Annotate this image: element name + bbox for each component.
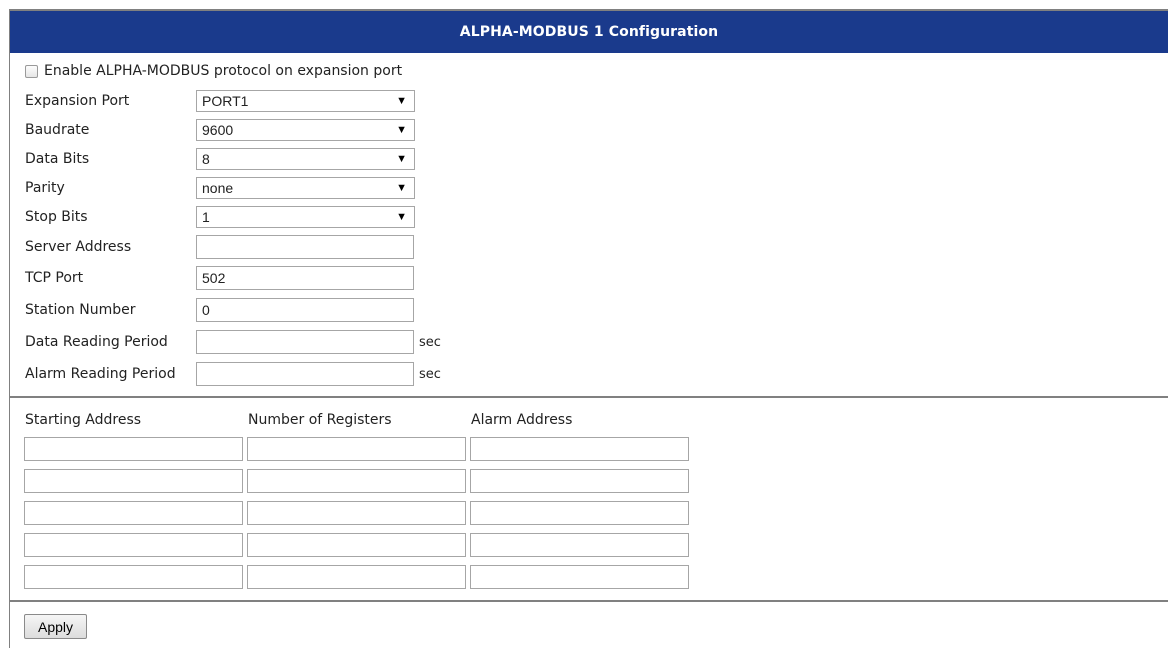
baudrate-value: 9600 — [202, 122, 234, 138]
number-of-registers-input[interactable] — [247, 565, 466, 589]
column-header-alarm-address: Alarm Address — [471, 412, 573, 428]
chevron-down-icon: ▼ — [396, 95, 407, 107]
baudrate-select[interactable]: 9600 ▼ — [196, 119, 415, 141]
chevron-down-icon: ▼ — [396, 153, 407, 165]
expansion-port-label: Expansion Port — [25, 93, 130, 109]
data-reading-period-row: Data Reading Period sec — [10, 330, 1168, 354]
enable-label: Enable ALPHA-MODBUS protocol on expansio… — [44, 63, 403, 79]
divider — [10, 600, 1168, 602]
number-of-registers-input[interactable] — [247, 469, 466, 493]
chevron-down-icon: ▼ — [396, 182, 407, 194]
tcp-port-row: TCP Port 502 — [10, 266, 1168, 290]
data-bits-row: Data Bits 8 ▼ — [10, 147, 1168, 171]
parity-value: none — [202, 180, 234, 196]
baudrate-label: Baudrate — [25, 122, 90, 138]
data-bits-select[interactable]: 8 ▼ — [196, 148, 415, 170]
enable-row: Enable ALPHA-MODBUS protocol on expansio… — [10, 59, 1168, 83]
tcp-port-input[interactable]: 502 — [196, 266, 414, 290]
station-number-row: Station Number 0 — [10, 298, 1168, 322]
expansion-port-row: Expansion Port PORT1 ▼ — [10, 89, 1168, 113]
server-address-input[interactable] — [196, 235, 414, 259]
number-of-registers-input[interactable] — [247, 437, 466, 461]
data-bits-value: 8 — [202, 151, 210, 167]
parity-row: Parity none ▼ — [10, 176, 1168, 200]
alarm-reading-period-row: Alarm Reading Period sec — [10, 362, 1168, 386]
server-address-row: Server Address — [10, 235, 1168, 259]
alarm-reading-period-input[interactable] — [196, 362, 414, 386]
starting-address-input[interactable] — [24, 437, 243, 461]
alarm-address-input[interactable] — [470, 565, 689, 589]
station-number-label: Station Number — [25, 302, 136, 318]
server-address-label: Server Address — [25, 239, 132, 255]
alarm-address-input[interactable] — [470, 469, 689, 493]
data-reading-period-input[interactable] — [196, 330, 414, 354]
parity-label: Parity — [25, 180, 65, 196]
apply-button[interactable]: Apply — [24, 614, 87, 639]
data-bits-label: Data Bits — [25, 151, 90, 167]
parity-select[interactable]: none ▼ — [196, 177, 415, 199]
number-of-registers-input[interactable] — [247, 501, 466, 525]
starting-address-input[interactable] — [24, 565, 243, 589]
column-header-starting-address: Starting Address — [25, 412, 142, 428]
stop-bits-value: 1 — [202, 209, 210, 225]
starting-address-input[interactable] — [24, 533, 243, 557]
stop-bits-select[interactable]: 1 ▼ — [196, 206, 415, 228]
alarm-address-input[interactable] — [470, 533, 689, 557]
expansion-port-value: PORT1 — [202, 93, 249, 109]
alarm-address-input[interactable] — [470, 501, 689, 525]
baudrate-row: Baudrate 9600 ▼ — [10, 118, 1168, 142]
data-reading-period-label: Data Reading Period — [25, 334, 168, 350]
stop-bits-label: Stop Bits — [25, 209, 88, 225]
config-panel: ALPHA-MODBUS 1 Configuration Enable ALPH… — [9, 9, 1168, 648]
station-number-input[interactable]: 0 — [196, 298, 414, 322]
divider — [10, 396, 1168, 398]
alarm-reading-period-unit: sec — [419, 366, 441, 382]
column-header-number-of-registers: Number of Registers — [248, 412, 392, 428]
chevron-down-icon: ▼ — [396, 124, 407, 136]
expansion-port-select[interactable]: PORT1 ▼ — [196, 90, 415, 112]
alarm-address-input[interactable] — [470, 437, 689, 461]
enable-checkbox[interactable] — [25, 64, 38, 78]
stop-bits-row: Stop Bits 1 ▼ — [10, 205, 1168, 229]
number-of-registers-input[interactable] — [247, 533, 466, 557]
data-reading-period-unit: sec — [419, 334, 441, 350]
alarm-reading-period-label: Alarm Reading Period — [25, 366, 176, 382]
tcp-port-label: TCP Port — [25, 270, 84, 286]
starting-address-input[interactable] — [24, 501, 243, 525]
starting-address-input[interactable] — [24, 469, 243, 493]
chevron-down-icon: ▼ — [396, 211, 407, 223]
page-title: ALPHA-MODBUS 1 Configuration — [10, 11, 1168, 53]
